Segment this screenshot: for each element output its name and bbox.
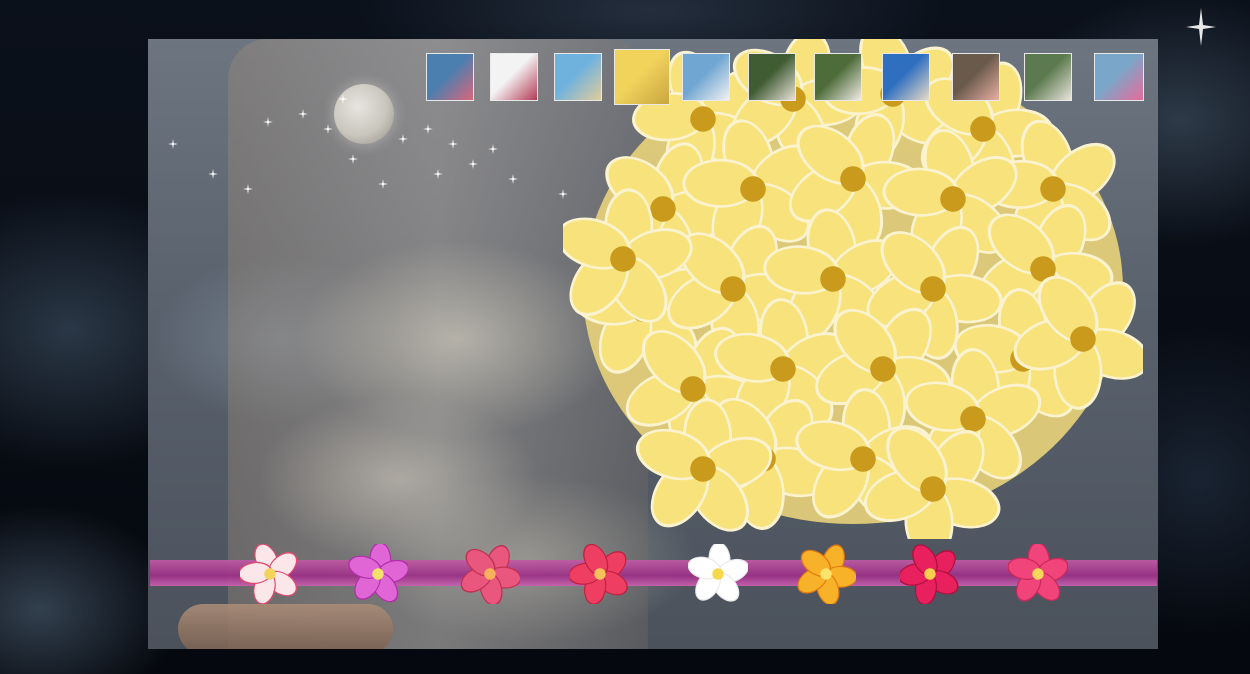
thumbnail-wedding-kiss[interactable] (882, 53, 930, 101)
flower-icon (688, 544, 748, 602)
star-icon (508, 174, 518, 184)
flower-button-rose-plumeria[interactable] (460, 544, 520, 604)
flower-icon (460, 545, 520, 604)
thumbnail-bride-portrait[interactable] (748, 53, 796, 101)
star-icon (433, 169, 443, 179)
flower-icon (348, 544, 408, 603)
featured-bouquet-image (563, 39, 1143, 539)
star-icon (168, 139, 178, 149)
thumbnail-bride-veil[interactable] (682, 53, 730, 101)
flower-button-white-pink-plumeria[interactable] (240, 544, 300, 604)
flower-button-pink-plumeria[interactable] (1008, 544, 1068, 604)
moon-icon (334, 84, 394, 144)
star-icon (488, 144, 498, 154)
star-icon (323, 124, 333, 134)
star-icon (338, 94, 348, 104)
thumbnail-yellow-bouquet[interactable] (614, 49, 670, 105)
thumbnail-lei-kiss[interactable] (1024, 53, 1072, 101)
flower-icon (240, 544, 298, 604)
flower-icon (900, 544, 959, 604)
thumbnail-pink-bouquet-beach[interactable] (1094, 53, 1144, 101)
sparkle-icon (1186, 8, 1216, 46)
star-icon (298, 109, 308, 119)
thumbnail-bouquet-on-shore[interactable] (426, 53, 474, 101)
star-icon (208, 169, 218, 179)
thumbnail-couple-embrace[interactable] (490, 53, 538, 101)
star-icon (243, 184, 253, 194)
star-icon (378, 179, 388, 189)
flower-icon (570, 544, 628, 604)
star-icon (263, 117, 273, 127)
star-icon (423, 124, 433, 134)
star-icon (468, 159, 478, 169)
page-background (0, 0, 1250, 674)
star-icon (398, 134, 408, 144)
star-icon (348, 154, 358, 164)
flower-button-white-plumeria[interactable] (688, 544, 748, 604)
thumbnail-bride-closeup[interactable] (952, 53, 1000, 101)
thumbnail-couple-garden[interactable] (814, 53, 862, 101)
hand-background (178, 604, 393, 649)
flower-button-orange-plumeria[interactable] (796, 544, 856, 604)
gallery-panel (148, 39, 1158, 649)
flower-menu-ribbon (150, 560, 1157, 586)
flower-icon (797, 544, 856, 604)
flower-button-red-plumeria[interactable] (570, 544, 630, 604)
star-icon (448, 139, 458, 149)
flower-icon (1008, 544, 1068, 602)
flower-button-crimson-plumeria[interactable] (900, 544, 960, 604)
flower-button-magenta-plumeria[interactable] (348, 544, 408, 604)
thumbnail-beach-arch[interactable] (554, 53, 602, 101)
